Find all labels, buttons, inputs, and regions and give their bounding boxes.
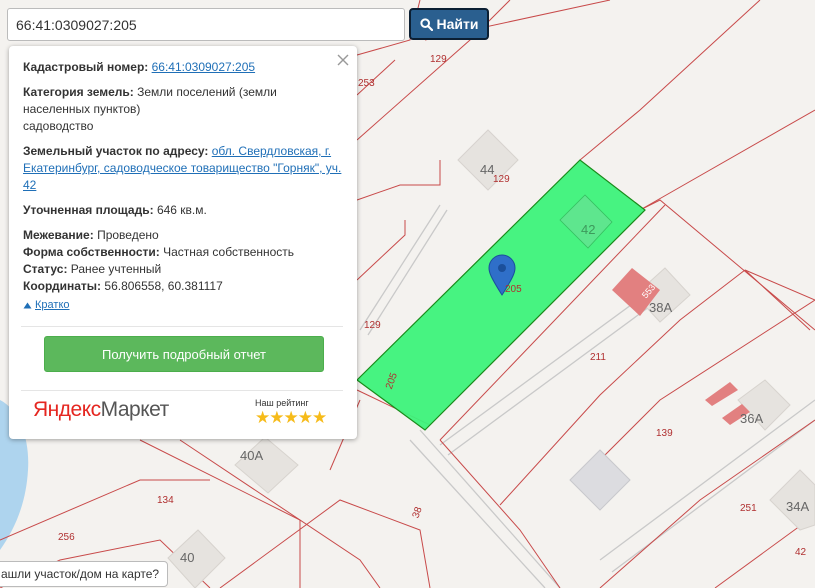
map-label: 251 xyxy=(740,503,757,514)
house-number: 40А xyxy=(240,448,263,463)
yandex-market-logo[interactable]: ЯндексМаркет xyxy=(33,398,169,422)
ownership-value: Частная собственность xyxy=(163,245,295,259)
ownership-row: Форма собственности: Частная собственнос… xyxy=(23,244,345,261)
status-row: Статус: Ранее учтенный xyxy=(23,261,345,278)
map-label: 134 xyxy=(157,495,174,506)
map-label: 205 xyxy=(505,284,522,295)
details-block: Межевание: Проведено Форма собственности… xyxy=(23,227,345,314)
divider xyxy=(21,326,343,327)
divider xyxy=(21,390,343,391)
house-number: 42 xyxy=(581,222,595,237)
map-label: 129 xyxy=(364,320,381,331)
parcel-info-popup: Кадастровый номер: 66:41:0309027:205 Кат… xyxy=(9,46,357,439)
cadastral-row: Кадастровый номер: 66:41:0309027:205 xyxy=(23,59,345,76)
rating-label: Наш рейтинг xyxy=(255,398,309,408)
house-number: 38А xyxy=(649,300,672,315)
rating-widget[interactable]: Наш рейтинг ★★★★★ xyxy=(255,398,335,428)
address-label: Земельный участок по адресу: xyxy=(23,144,209,158)
map-label: 129 xyxy=(430,54,447,65)
area-row: Уточненная площадь: 646 кв.м. xyxy=(23,202,345,219)
map-label: 253 xyxy=(358,78,375,89)
cadastral-link[interactable]: 66:41:0309027:205 xyxy=(152,60,255,74)
popup-content: Кадастровый номер: 66:41:0309027:205 Кат… xyxy=(23,59,345,314)
map-label: 129 xyxy=(493,174,510,185)
map-label: 42 xyxy=(795,547,807,558)
area-value: 646 кв.м. xyxy=(156,203,207,217)
coords-value: 56.806558, 60.381117 xyxy=(104,279,223,293)
house-number: 44 xyxy=(480,162,494,177)
detailed-report-button[interactable]: Получить подробный отчет xyxy=(44,336,324,372)
coords-row: Координаты: 56.806558, 60.381117 xyxy=(23,278,345,295)
house-number: 36А xyxy=(740,411,763,426)
survey-value: Проведено xyxy=(97,228,159,242)
map-label: 211 xyxy=(590,352,606,363)
yandex-logo-text: Яндекс xyxy=(33,398,101,421)
category-row: Категория земель: Земли поселений (земли… xyxy=(23,84,345,135)
triangle-up-icon xyxy=(23,302,32,309)
market-logo-text: Маркет xyxy=(100,398,170,421)
coords-label: Координаты: xyxy=(23,279,102,293)
feedback-tip-text: ашли участок/дом на карте? xyxy=(1,567,160,581)
cadastral-label: Кадастровый номер: xyxy=(23,60,149,74)
search-bar xyxy=(7,8,405,41)
rating-stars: ★★★★★ xyxy=(255,408,327,427)
house-number: 34А xyxy=(786,499,809,514)
search-button[interactable]: Найти xyxy=(409,8,489,40)
ownership-label: Форма собственности: xyxy=(23,245,160,259)
survey-row: Межевание: Проведено xyxy=(23,227,345,244)
search-input[interactable] xyxy=(7,8,405,41)
house-number: 40 xyxy=(180,550,194,565)
search-icon xyxy=(419,17,433,31)
survey-label: Межевание: xyxy=(23,228,94,242)
map-label: 139 xyxy=(656,428,673,439)
category-sub: садоводство xyxy=(23,119,94,133)
status-label: Статус: xyxy=(23,262,68,276)
search-button-label: Найти xyxy=(436,16,479,32)
brief-toggle[interactable]: Кратко xyxy=(23,297,345,314)
area-label: Уточненная площадь: xyxy=(23,203,154,217)
address-row: Земельный участок по адресу: обл. Свердл… xyxy=(23,143,345,194)
feedback-tip[interactable]: ашли участок/дом на карте? xyxy=(0,561,169,587)
brief-label: Кратко xyxy=(35,299,70,311)
category-label: Категория земель: xyxy=(23,85,134,99)
status-value: Ранее учтенный xyxy=(70,262,162,276)
map-label: 256 xyxy=(58,532,75,543)
